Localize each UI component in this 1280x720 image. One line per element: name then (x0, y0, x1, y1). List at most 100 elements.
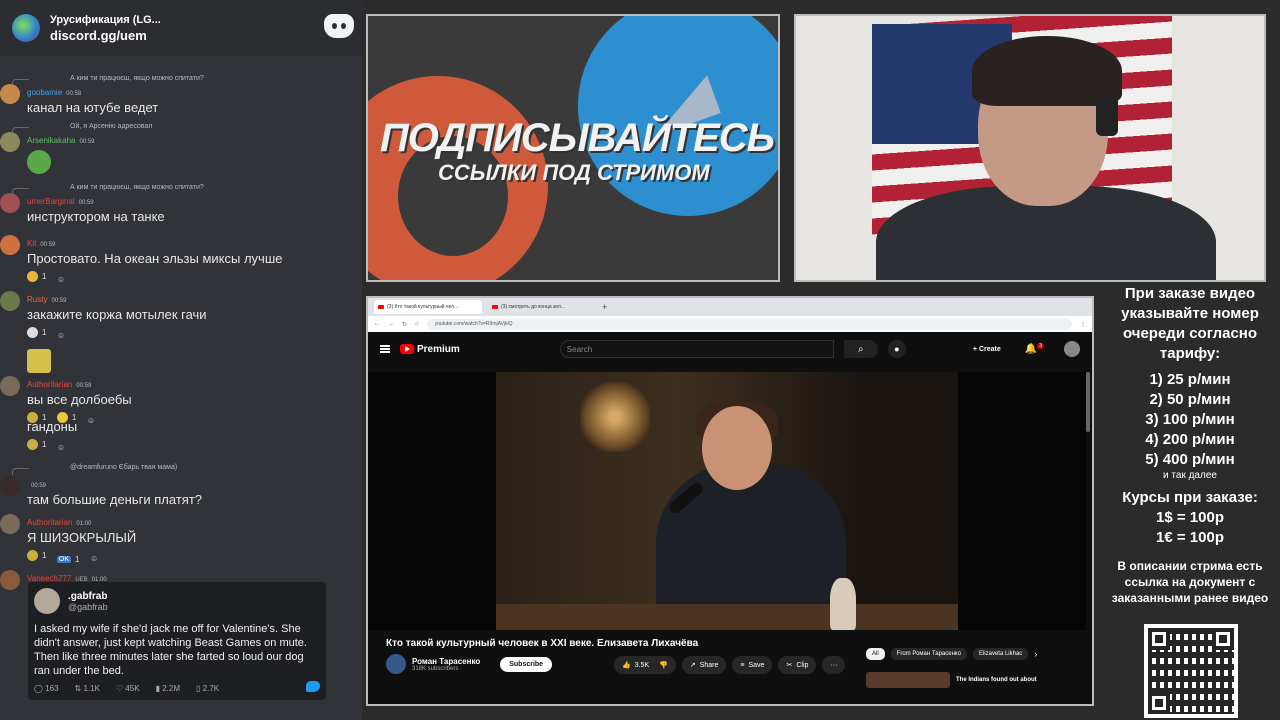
youtube-logo[interactable]: Premium (400, 344, 460, 355)
tariff-item: 4) 200 р/мин (1145, 431, 1235, 448)
reaction[interactable]: 1 (27, 439, 46, 450)
emoji-icon (27, 327, 38, 338)
microphone-icon[interactable]: ● (887, 340, 906, 358)
timestamp: 01:00 (76, 521, 92, 527)
tariff-item: 3) 100 р/мин (1145, 411, 1235, 428)
rate-usd: 1$ = 100р (1156, 509, 1224, 526)
username[interactable]: umerBarginal (27, 197, 75, 206)
username[interactable]: Authoritarian (27, 380, 72, 389)
home-icon[interactable]: ⌂ (415, 321, 419, 327)
scissors-icon: ✂ (786, 662, 793, 669)
avatar[interactable] (0, 514, 20, 534)
recommended-video[interactable]: The Indians found out about (866, 672, 1037, 688)
avatar[interactable] (0, 84, 20, 104)
timestamp: 00:59 (79, 139, 95, 145)
video-title: Кто такой культурный человек в XXI веке.… (386, 638, 699, 649)
server-avatar[interactable] (12, 14, 40, 42)
save-button[interactable]: ≡ Save (732, 656, 773, 674)
tweet-text: I asked my wife if she'd jack me off for… (34, 623, 307, 677)
video-thumbnail (866, 672, 950, 688)
video-actions: 👍 3.5K 👎 ↗ Share ≡ Save ✂ Clip ··· (614, 656, 846, 674)
menu-icon[interactable] (380, 345, 390, 353)
emoji-icon (27, 271, 38, 282)
tweet-retweets: ⇅ 1.1K (74, 684, 100, 693)
video-player[interactable] (496, 372, 958, 630)
subscribe-button[interactable]: Subscribe (500, 656, 553, 672)
avatar[interactable] (0, 570, 20, 590)
reaction-count: 1 (42, 551, 47, 560)
reply-preview[interactable]: А ким ти працюєш, якщо можно спитати? (0, 184, 362, 195)
like-button[interactable]: 👍 3.5K 👎 (614, 656, 676, 674)
chevron-right-icon[interactable]: › (1034, 649, 1037, 659)
chip-all[interactable]: All (866, 648, 885, 660)
browser-window: (3) Кто такой культурный чел... (3) смот… (366, 296, 1094, 706)
reaction[interactable]: 1 (27, 271, 46, 282)
username[interactable]: Authoritarian (27, 518, 72, 527)
add-reaction-icon[interactable]: ☺ (57, 443, 65, 452)
youtube-header: Premium Search ⌕ ● + Create 🔔 3 (368, 332, 1092, 366)
message-text: канал на ютубе ведет (27, 100, 159, 115)
rate-eur: 1€ = 100р (1156, 529, 1224, 546)
avatar[interactable] (0, 476, 20, 496)
clip-button[interactable]: ✂ Clip (778, 656, 817, 674)
create-button[interactable]: + Create (973, 346, 1001, 353)
reply-preview[interactable]: @dreamfuruno Єбарь твая мама) (0, 464, 362, 475)
recommended-title: The Indians found out about (956, 677, 1037, 683)
search-icon[interactable]: ⌕ (843, 340, 878, 358)
thumbs-down-icon[interactable]: 👎 (659, 661, 668, 669)
reaction[interactable]: 1 (27, 327, 46, 338)
chip-from-channel[interactable]: From Роман Тарасенко (890, 648, 967, 660)
page-scrollbar[interactable] (1086, 372, 1090, 432)
username[interactable]: Kit (27, 239, 36, 248)
chat-message: Authoritarian 01:00 Я ШИЗОКРЫЛЫЙ 1 OK 1 ☺ (0, 512, 362, 566)
timestamp: 00:59 (76, 383, 92, 389)
avatar[interactable] (0, 193, 20, 213)
table (496, 604, 958, 630)
channel-avatar[interactable] (386, 654, 406, 674)
server-invite[interactable]: discord.gg/uem (50, 28, 161, 43)
reaction[interactable]: OK 1 (56, 555, 80, 564)
forward-icon[interactable]: → (388, 321, 394, 327)
avatar[interactable] (0, 291, 20, 311)
chat-message: Ой, я Арсенію адресовал Arsenikakaha 00:5… (0, 123, 362, 179)
new-tab-icon[interactable]: + (602, 302, 607, 312)
order-info-panel: При заказе видео указывайте номер очеред… (1100, 284, 1280, 720)
tweet-embed[interactable]: .gabfrab @gabfrab I asked my wife if she… (28, 582, 326, 700)
more-actions-icon[interactable]: ··· (822, 656, 846, 674)
chip-topic[interactable]: Elizaveta Likhac (972, 648, 1029, 660)
avatar[interactable] (0, 132, 20, 152)
username[interactable]: goobamie (27, 88, 62, 97)
reaction-count: 1 (75, 555, 80, 564)
message-text: Я ШИЗОКРЫЛЫЙ (27, 530, 137, 545)
qr-code-icon (1144, 624, 1238, 718)
reply-preview[interactable]: А ким ти працюєш, якщо можно спитати? (0, 75, 362, 86)
bookmark-icon: ▯ (196, 684, 203, 693)
chat-message: гандоны 1 ☺ (0, 419, 362, 455)
add-reaction-icon[interactable]: ☺ (57, 331, 65, 340)
search-input[interactable]: Search (559, 340, 834, 358)
avatar[interactable] (0, 376, 20, 396)
back-icon[interactable]: ← (374, 321, 380, 327)
notifications-bell-icon[interactable]: 🔔 3 (1025, 343, 1044, 355)
extensions-icon[interactable]: ⋮ (1080, 321, 1086, 328)
reaction[interactable]: 1 (27, 550, 46, 561)
channel-row: Роман Тарасенко 318K subscribers Subscri… (386, 654, 553, 674)
tab-label: (3) смотреть до конца зел... (501, 304, 565, 310)
add-reaction-icon[interactable]: ☺ (57, 275, 65, 284)
reload-icon[interactable]: ↻ (402, 321, 407, 328)
chat-message: Rusty 00:59 закажите коржа мотылек гачи 1… (0, 289, 362, 378)
share-button[interactable]: ↗ Share (681, 656, 727, 674)
reply-preview[interactable]: Ой, я Арсенію адресовал (0, 123, 362, 134)
url-field[interactable]: youtube.com/watch?v=R9mjAVjklQ (426, 318, 1072, 330)
username[interactable]: Rusty (27, 295, 47, 304)
reaction-count: 1 (42, 440, 47, 449)
browser-tab-active[interactable]: (3) Кто такой культурный чел... (374, 300, 482, 314)
username[interactable]: Arsenikakaha (27, 136, 75, 145)
chat-message: @dreamfuruno Єбарь твая мама) 00:59 там … (0, 464, 362, 508)
browser-tab[interactable]: (3) смотреть до конца зел... (488, 300, 596, 314)
channel-name[interactable]: Роман Тарасенко (412, 657, 480, 666)
share-icon: ↗ (689, 662, 696, 669)
avatar[interactable] (0, 235, 20, 255)
account-avatar[interactable] (1064, 341, 1080, 357)
add-reaction-icon[interactable]: ☺ (90, 554, 98, 563)
